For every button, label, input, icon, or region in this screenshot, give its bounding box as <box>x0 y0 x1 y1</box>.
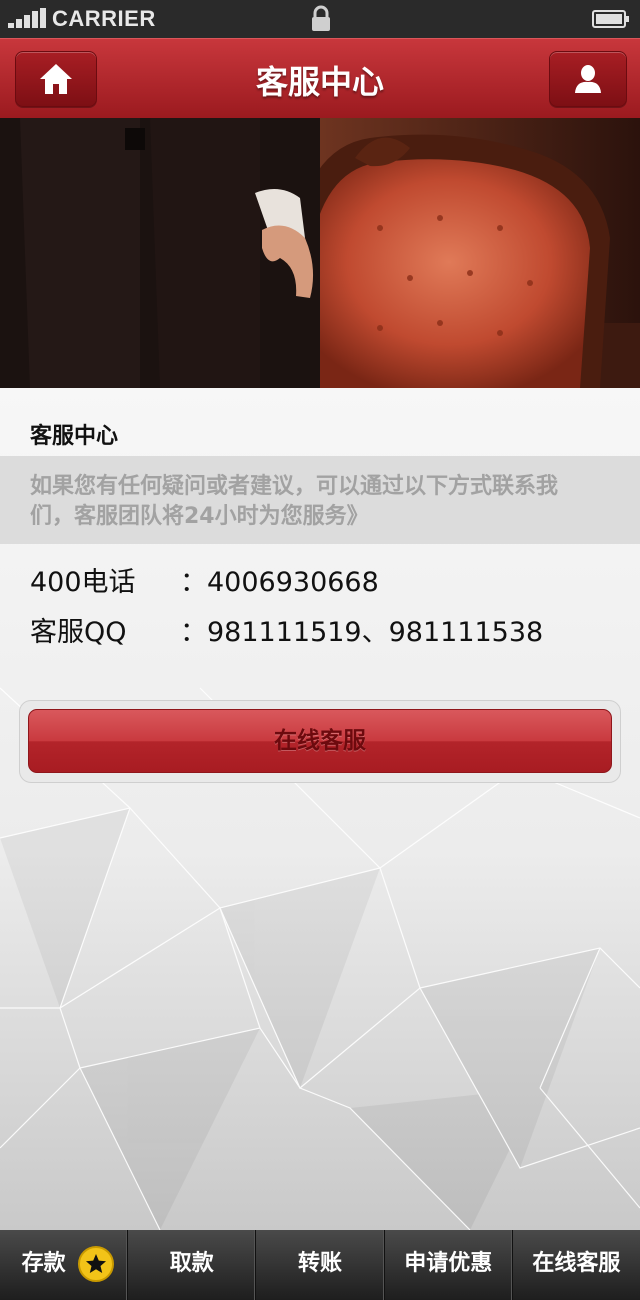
contact-row-qq: 客服QQ ：981111519、981111538 <box>30 610 543 649</box>
contact-label: 400电话 <box>30 567 136 598</box>
star-icon <box>78 1246 114 1282</box>
nav-item-label: 在线客服 <box>532 1251 621 1276</box>
contact-label: 客服QQ <box>30 617 127 648</box>
bottom-nav: 存款 取款 转账 申请优惠 在线客服 <box>0 1230 640 1300</box>
online-service-button[interactable]: 在线客服 <box>28 709 612 773</box>
nav-item-deposit[interactable]: 存款 <box>0 1230 129 1300</box>
online-service-button-container: 在线客服 <box>19 700 621 783</box>
section-title: 客服中心 <box>30 424 119 449</box>
signal-icon <box>8 8 46 28</box>
lock-icon <box>312 5 330 31</box>
nav-item-label: 申请优惠 <box>404 1251 493 1276</box>
header-bar: 客服中心 <box>0 38 640 118</box>
battery-icon <box>592 10 629 28</box>
nav-item-label: 取款 <box>169 1251 214 1276</box>
user-button[interactable] <box>549 51 627 107</box>
page-title: 客服中心 <box>255 63 384 101</box>
contact-value[interactable]: ：4006930668 <box>180 567 379 598</box>
nav-item-label: 转账 <box>298 1251 343 1276</box>
user-icon <box>575 65 601 93</box>
status-bar: CARRIER <box>0 0 640 38</box>
nav-item-transfer[interactable]: 转账 <box>256 1230 385 1300</box>
contact-row-phone: 400电话 ：4006930668 <box>30 560 379 599</box>
contact-value[interactable]: ：981111519、981111538 <box>180 617 543 648</box>
nav-item-online-service[interactable]: 在线客服 <box>513 1230 640 1300</box>
notice-box: 如果您有任何疑问或者建议，可以通过以下方式联系我们，客服团队将24小时为您服务》 <box>0 456 640 544</box>
nav-item-label: 存款 <box>21 1251 66 1276</box>
nav-item-withdraw[interactable]: 取款 <box>128 1230 257 1300</box>
banner-image <box>0 118 640 388</box>
notice-text: 如果您有任何疑问或者建议，可以通过以下方式联系我们，客服团队将24小时为您服务》 <box>30 474 559 529</box>
nav-item-promotion[interactable]: 申请优惠 <box>385 1230 513 1300</box>
carrier-label: CARRIER <box>52 6 156 31</box>
